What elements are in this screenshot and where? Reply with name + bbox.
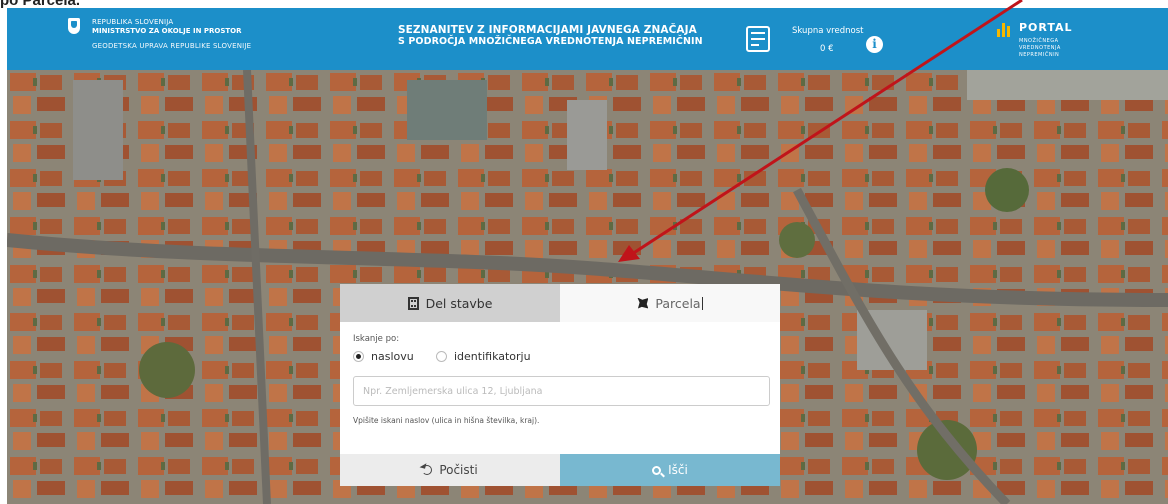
search-by-label: Iskanje po: [353,334,400,344]
radio-naslovu-label: naslovu [371,350,414,363]
text-cursor [701,296,703,310]
tab-del-stavbe-label: Del stavbe [425,295,493,311]
building-icon [407,296,419,310]
search-button-label: Išči [668,463,688,477]
address-help-text: Vpišite iskani naslov (ulica in hišna št… [353,416,540,425]
search-button[interactable]: Išči [560,454,780,486]
tab-del-stavbe[interactable]: Del stavbe [340,284,560,322]
undo-icon [422,465,433,475]
tab-parcela[interactable]: Parcela [560,284,780,322]
search-panel: Del stavbe Parcela Iskanje po: naslovu i… [340,284,780,486]
parcel-icon [637,297,649,309]
address-search-input[interactable] [353,376,770,406]
radio-naslovu[interactable]: naslovu [353,350,414,363]
tab-parcela-label: Parcela [655,295,701,311]
radio-naslovu-dot[interactable] [353,351,364,362]
clear-button-label: Počisti [439,463,478,477]
radio-identifikatorju-label: identifikatorju [454,350,531,363]
clear-button[interactable]: Počisti [340,454,560,486]
radio-identifikatorju-dot[interactable] [436,351,447,362]
radio-identifikatorju[interactable]: identifikatorju [436,350,531,363]
search-icon [652,465,662,475]
